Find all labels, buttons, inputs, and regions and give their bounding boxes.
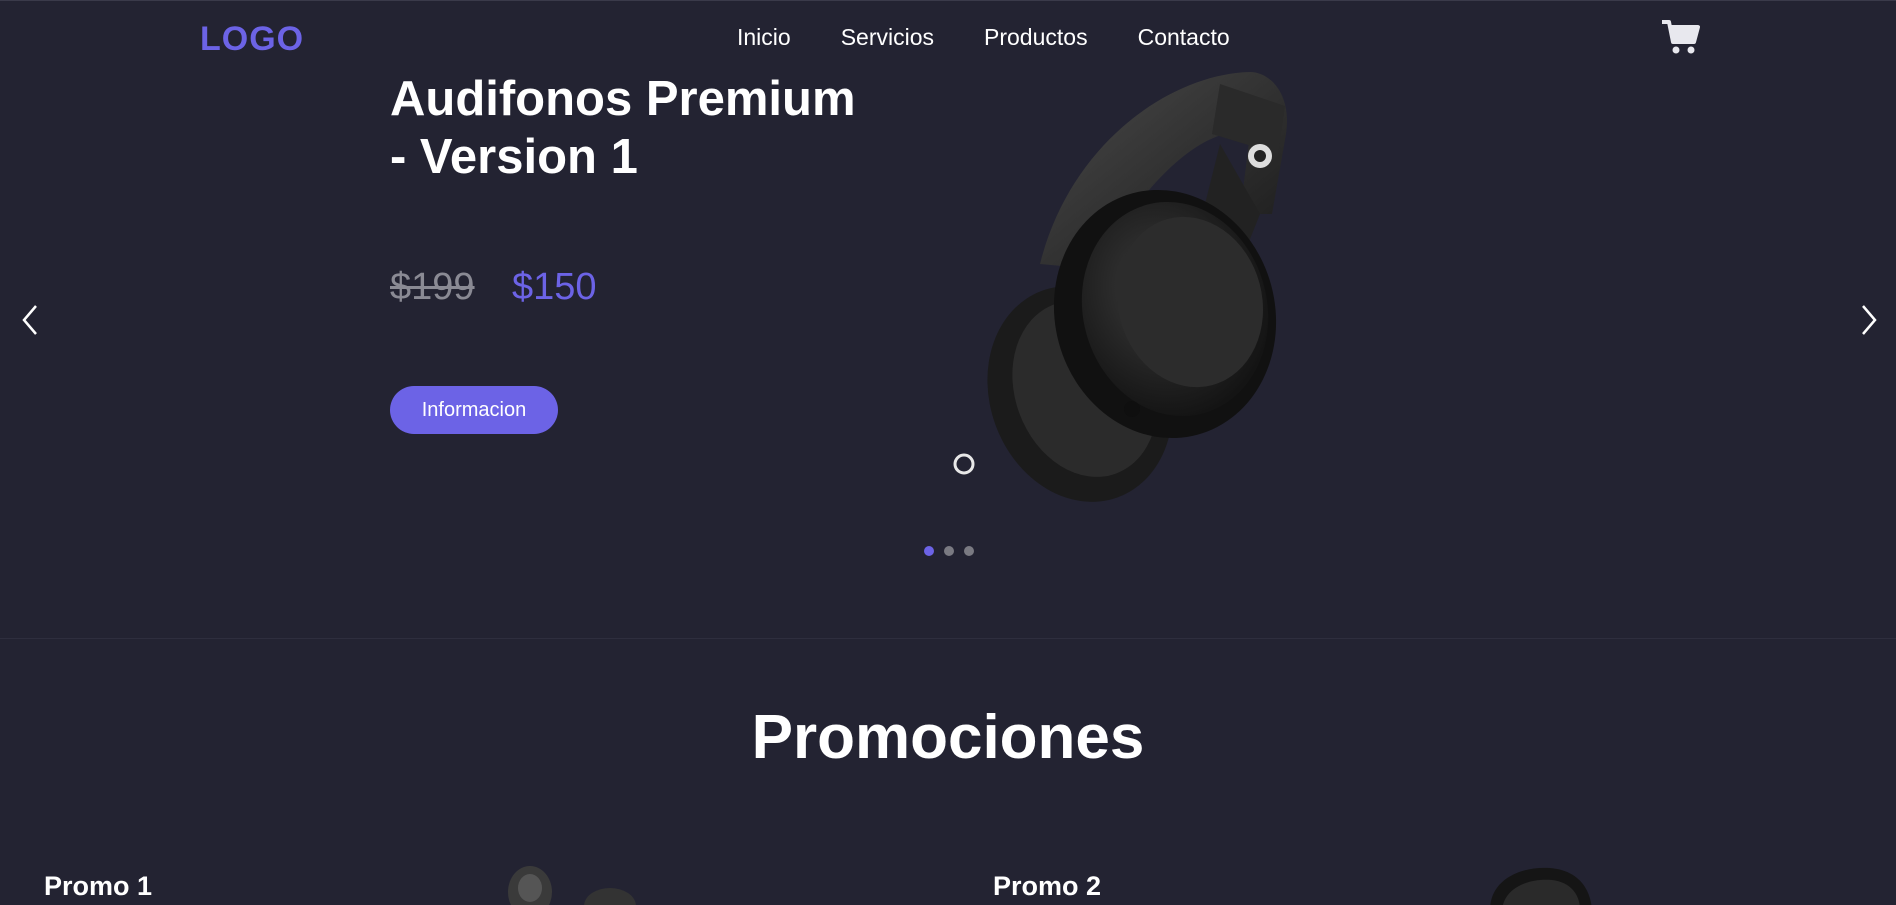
promo-2-title: Promo 2: [993, 871, 1102, 901]
carousel-dots: [924, 546, 974, 556]
promotions-title: Promociones: [751, 703, 1145, 772]
hero-title: Audifonos Premium - Version 1: [390, 72, 856, 184]
hero-carousel: Audifonos Premium - Version 1 $199 $150 …: [0, 0, 1896, 638]
earbuds-case-image: [1480, 860, 1600, 905]
new-price: $150: [512, 266, 597, 308]
chevron-right-icon[interactable]: [1857, 300, 1881, 340]
chevron-left-icon[interactable]: [18, 300, 42, 340]
section-divider: [0, 638, 1896, 639]
headphones-image: [920, 64, 1310, 504]
carousel-dot-1[interactable]: [924, 546, 934, 556]
old-price: $199: [390, 266, 475, 308]
carousel-dot-3[interactable]: [964, 546, 974, 556]
promo-1-title: Promo 1: [44, 871, 153, 901]
carousel-dot-2[interactable]: [944, 546, 954, 556]
info-button[interactable]: Informacion: [390, 386, 558, 434]
earbuds-image: [500, 860, 660, 905]
